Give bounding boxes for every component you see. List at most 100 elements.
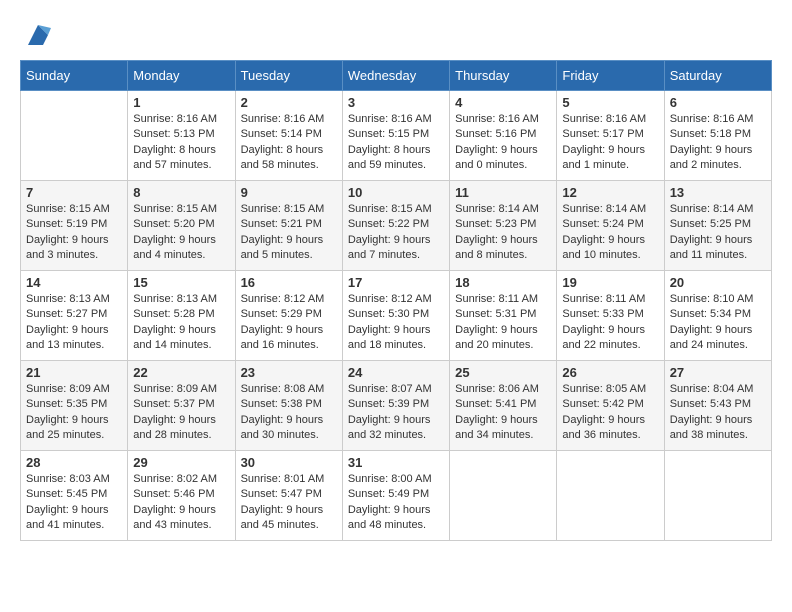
calendar-cell: 21 Sunrise: 8:09 AMSunset: 5:35 PMDayligh… (21, 361, 128, 451)
calendar-body: 1 Sunrise: 8:16 AMSunset: 5:13 PMDaylight… (21, 91, 772, 541)
day-info: Sunrise: 8:15 AMSunset: 5:21 PMDaylight:… (241, 202, 337, 264)
day-info: Sunrise: 8:12 AMSunset: 5:30 PMDaylight:… (348, 292, 444, 354)
calendar-cell: 27Sunrise: 8:04 AMSunset: 5:43 PMDayligh… (664, 361, 771, 451)
day-number: 7 (26, 185, 122, 200)
day-number: 26 (562, 365, 658, 380)
calendar-cell: 15 Sunrise: 8:13 AMSunset: 5:28 PMDayligh… (128, 271, 235, 361)
day-number: 20 (670, 275, 766, 290)
day-info: Sunrise: 8:16 AMSunset: 5:14 PMDaylight:… (241, 112, 337, 174)
day-number: 19 (562, 275, 658, 290)
day-number: 12 (562, 185, 658, 200)
day-number: 21 (26, 365, 122, 380)
day-info: Sunrise: 8:06 AMSunset: 5:41 PMDaylight:… (455, 382, 551, 444)
calendar-header: SundayMondayTuesdayWednesdayThursdayFrid… (21, 61, 772, 91)
calendar-cell: 18 Sunrise: 8:11 AMSunset: 5:31 PMDayligh… (450, 271, 557, 361)
calendar-cell: 3Sunrise: 8:16 AMSunset: 5:15 PMDaylight… (342, 91, 449, 181)
calendar-cell: 8Sunrise: 8:15 AMSunset: 5:20 PMDaylight… (128, 181, 235, 271)
calendar-cell: 7 Sunrise: 8:15 AMSunset: 5:19 PMDaylight… (21, 181, 128, 271)
day-info: Sunrise: 8:02 AMSunset: 5:46 PMDaylight:… (133, 472, 229, 534)
calendar-cell: 16 Sunrise: 8:12 AMSunset: 5:29 PMDayligh… (235, 271, 342, 361)
day-number: 22 (133, 365, 229, 380)
calendar-week-row: 7 Sunrise: 8:15 AMSunset: 5:19 PMDaylight… (21, 181, 772, 271)
calendar-cell: 14 Sunrise: 8:13 AMSunset: 5:27 PMDayligh… (21, 271, 128, 361)
calendar-week-row: 1 Sunrise: 8:16 AMSunset: 5:13 PMDaylight… (21, 91, 772, 181)
day-number: 9 (241, 185, 337, 200)
day-number: 30 (241, 455, 337, 470)
day-number: 13 (670, 185, 766, 200)
logo-icon (23, 20, 53, 50)
day-info: Sunrise: 8:14 AMSunset: 5:23 PMDaylight:… (455, 202, 551, 264)
day-number: 28 (26, 455, 122, 470)
calendar-cell: 2 Sunrise: 8:16 AMSunset: 5:14 PMDaylight… (235, 91, 342, 181)
day-info: Sunrise: 8:10 AMSunset: 5:34 PMDaylight:… (670, 292, 766, 354)
calendar-week-row: 28Sunrise: 8:03 AMSunset: 5:45 PMDayligh… (21, 451, 772, 541)
weekday-header: Wednesday (342, 61, 449, 91)
day-number: 8 (133, 185, 229, 200)
day-number: 23 (241, 365, 337, 380)
day-info: Sunrise: 8:05 AMSunset: 5:42 PMDaylight:… (562, 382, 658, 444)
calendar-cell: 10Sunrise: 8:15 AMSunset: 5:22 PMDayligh… (342, 181, 449, 271)
calendar-cell: 28Sunrise: 8:03 AMSunset: 5:45 PMDayligh… (21, 451, 128, 541)
calendar-cell: 12 Sunrise: 8:14 AMSunset: 5:24 PMDayligh… (557, 181, 664, 271)
day-number: 31 (348, 455, 444, 470)
day-info: Sunrise: 8:15 AMSunset: 5:19 PMDaylight:… (26, 202, 122, 264)
day-info: Sunrise: 8:09 AMSunset: 5:37 PMDaylight:… (133, 382, 229, 444)
calendar-cell: 30 Sunrise: 8:01 AMSunset: 5:47 PMDayligh… (235, 451, 342, 541)
day-number: 16 (241, 275, 337, 290)
day-info: Sunrise: 8:08 AMSunset: 5:38 PMDaylight:… (241, 382, 337, 444)
day-number: 17 (348, 275, 444, 290)
day-info: Sunrise: 8:15 AMSunset: 5:22 PMDaylight:… (348, 202, 444, 264)
calendar-cell: 5 Sunrise: 8:16 AMSunset: 5:17 PMDaylight… (557, 91, 664, 181)
day-number: 1 (133, 95, 229, 110)
calendar-cell: 22 Sunrise: 8:09 AMSunset: 5:37 PMDayligh… (128, 361, 235, 451)
day-number: 18 (455, 275, 551, 290)
day-number: 5 (562, 95, 658, 110)
calendar-week-row: 21 Sunrise: 8:09 AMSunset: 5:35 PMDayligh… (21, 361, 772, 451)
weekday-header: Sunday (21, 61, 128, 91)
day-info: Sunrise: 8:07 AMSunset: 5:39 PMDaylight:… (348, 382, 444, 444)
day-number: 25 (455, 365, 551, 380)
day-info: Sunrise: 8:16 AMSunset: 5:18 PMDaylight:… (670, 112, 766, 174)
calendar-cell (450, 451, 557, 541)
day-info: Sunrise: 8:04 AMSunset: 5:43 PMDaylight:… (670, 382, 766, 444)
calendar-cell: 23 Sunrise: 8:08 AMSunset: 5:38 PMDayligh… (235, 361, 342, 451)
weekday-header: Tuesday (235, 61, 342, 91)
day-info: Sunrise: 8:14 AMSunset: 5:24 PMDaylight:… (562, 202, 658, 264)
day-info: Sunrise: 8:14 AMSunset: 5:25 PMDaylight:… (670, 202, 766, 264)
page-header (20, 20, 772, 50)
calendar-cell: 19 Sunrise: 8:11 AMSunset: 5:33 PMDayligh… (557, 271, 664, 361)
day-info: Sunrise: 8:16 AMSunset: 5:15 PMDaylight:… (348, 112, 444, 174)
day-info: Sunrise: 8:11 AMSunset: 5:31 PMDaylight:… (455, 292, 551, 354)
day-info: Sunrise: 8:11 AMSunset: 5:33 PMDaylight:… (562, 292, 658, 354)
day-info: Sunrise: 8:12 AMSunset: 5:29 PMDaylight:… (241, 292, 337, 354)
calendar-cell: 11Sunrise: 8:14 AMSunset: 5:23 PMDayligh… (450, 181, 557, 271)
day-number: 4 (455, 95, 551, 110)
weekday-header: Saturday (664, 61, 771, 91)
calendar-cell: 1 Sunrise: 8:16 AMSunset: 5:13 PMDaylight… (128, 91, 235, 181)
day-info: Sunrise: 8:13 AMSunset: 5:27 PMDaylight:… (26, 292, 122, 354)
day-info: Sunrise: 8:01 AMSunset: 5:47 PMDaylight:… (241, 472, 337, 534)
day-info: Sunrise: 8:09 AMSunset: 5:35 PMDaylight:… (26, 382, 122, 444)
calendar-cell: 9 Sunrise: 8:15 AMSunset: 5:21 PMDaylight… (235, 181, 342, 271)
logo (20, 20, 53, 50)
day-number: 15 (133, 275, 229, 290)
calendar-cell: 20 Sunrise: 8:10 AMSunset: 5:34 PMDayligh… (664, 271, 771, 361)
day-number: 2 (241, 95, 337, 110)
calendar-cell (664, 451, 771, 541)
day-info: Sunrise: 8:16 AMSunset: 5:16 PMDaylight:… (455, 112, 551, 174)
day-number: 14 (26, 275, 122, 290)
calendar-cell: 31 Sunrise: 8:00 AMSunset: 5:49 PMDayligh… (342, 451, 449, 541)
weekday-header: Thursday (450, 61, 557, 91)
day-info: Sunrise: 8:00 AMSunset: 5:49 PMDaylight:… (348, 472, 444, 534)
calendar-cell: 25 Sunrise: 8:06 AMSunset: 5:41 PMDayligh… (450, 361, 557, 451)
calendar-cell: 29 Sunrise: 8:02 AMSunset: 5:46 PMDayligh… (128, 451, 235, 541)
day-number: 29 (133, 455, 229, 470)
day-info: Sunrise: 8:13 AMSunset: 5:28 PMDaylight:… (133, 292, 229, 354)
calendar-cell: 6Sunrise: 8:16 AMSunset: 5:18 PMDaylight… (664, 91, 771, 181)
calendar-cell (21, 91, 128, 181)
weekday-header: Monday (128, 61, 235, 91)
calendar-week-row: 14 Sunrise: 8:13 AMSunset: 5:27 PMDayligh… (21, 271, 772, 361)
day-info: Sunrise: 8:16 AMSunset: 5:13 PMDaylight:… (133, 112, 229, 174)
day-number: 24 (348, 365, 444, 380)
day-info: Sunrise: 8:16 AMSunset: 5:17 PMDaylight:… (562, 112, 658, 174)
